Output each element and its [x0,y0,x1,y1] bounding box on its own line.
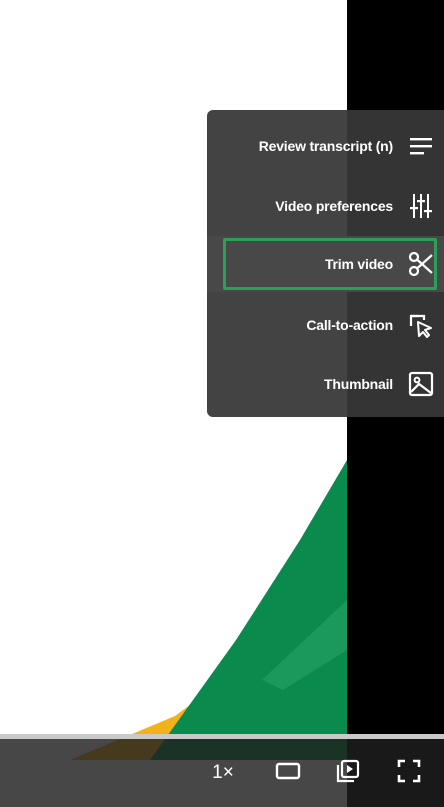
sliders-icon [407,192,435,220]
menu-item-label: Call-to-action [306,317,393,333]
playlist-play-button[interactable] [328,739,368,807]
theater-mode-button[interactable] [268,739,308,807]
menu-item-thumbnail[interactable]: Thumbnail [207,356,444,412]
menu-item-label: Review transcript (n) [258,138,393,154]
playlist-play-icon [336,759,360,788]
playback-speed-label: 1× [212,762,234,783]
player-control-bar: 1× [0,739,444,807]
menu-item-label: Thumbnail [324,376,393,392]
playback-speed-button[interactable]: 1× [200,739,246,807]
menu-item-trim-video[interactable]: Trim video [207,236,444,292]
settings-menu: Review transcript (n) Video preferences … [207,110,444,417]
menu-item-review-transcript[interactable]: Review transcript (n) [207,118,444,174]
image-icon [407,370,435,398]
theater-mode-icon [275,761,301,786]
cursor-click-icon [407,311,435,339]
menu-item-video-preferences[interactable]: Video preferences [207,178,444,234]
menu-item-label: Video preferences [275,198,393,214]
menu-item-label: Trim video [324,256,393,272]
menu-item-call-to-action[interactable]: Call-to-action [207,297,444,353]
fullscreen-button[interactable] [388,739,430,807]
fullscreen-icon [397,759,421,788]
transcript-lines-icon [407,132,435,160]
scissors-icon [407,250,435,278]
